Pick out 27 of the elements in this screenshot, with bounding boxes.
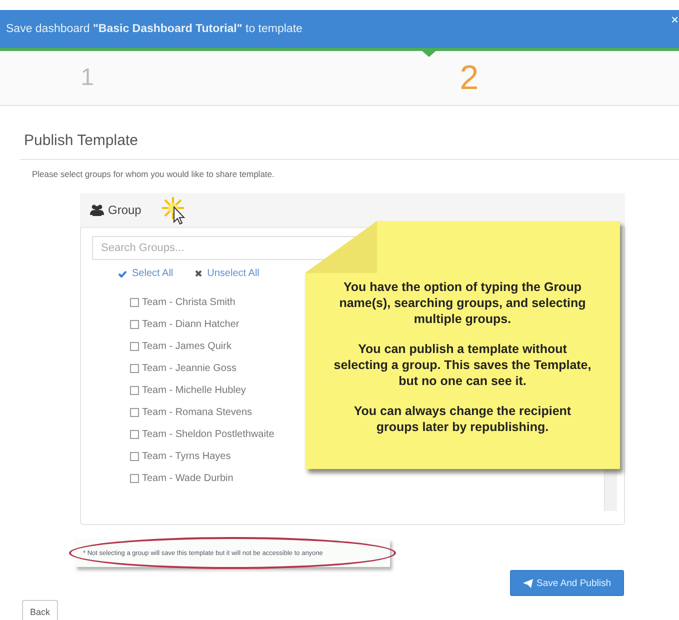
- save-and-publish-button[interactable]: Save And Publish: [510, 570, 624, 596]
- unselect-all-link[interactable]: Unselect All: [195, 268, 260, 279]
- group-name: Team - Diann Hatcher: [142, 318, 240, 330]
- back-button[interactable]: Back: [22, 600, 58, 620]
- select-all-link[interactable]: Select All: [118, 268, 174, 279]
- group-name: Team - Jeannie Goss: [142, 362, 236, 374]
- dialog-title: Save dashboard "Basic Dashboard Tutorial" to template: [6, 23, 302, 35]
- check-icon: [118, 270, 127, 278]
- close-button[interactable]: ×: [671, 12, 679, 27]
- callout-text: You can publish a template without selecting a group. This saves the Template, but no one can see it.: [332, 341, 592, 389]
- step-number[interactable]: 1: [80, 64, 94, 92]
- panel-title: Group: [108, 203, 142, 217]
- group-name: Team - Sheldon Postlethwaite: [142, 428, 274, 440]
- section-title: Publish Template: [23, 131, 139, 149]
- group-name: Team - James Quirk: [142, 340, 232, 352]
- paper-plane-icon: [522, 578, 533, 588]
- close-icon: [195, 270, 202, 277]
- step-number[interactable]: 2: [460, 58, 479, 98]
- group-icon: [90, 204, 104, 216]
- callout-text: You have the option of typing the Group name(s), searching groups, and selecting multiple groups.: [338, 279, 587, 327]
- group-name: Team - Romana Stevens: [142, 406, 252, 418]
- group-name: Team - Tyrns Hayes: [142, 450, 231, 462]
- group-name: Team - Michelle Hubley: [142, 384, 246, 396]
- group-name: Team - Wade Durbin: [142, 472, 234, 484]
- callout-text: You can always change the recipient groups later by republishing.: [352, 403, 572, 435]
- instruction-text: Please select groups for whom you would like to share template.: [32, 169, 276, 179]
- group-name: Team - Christa Smith: [142, 296, 236, 308]
